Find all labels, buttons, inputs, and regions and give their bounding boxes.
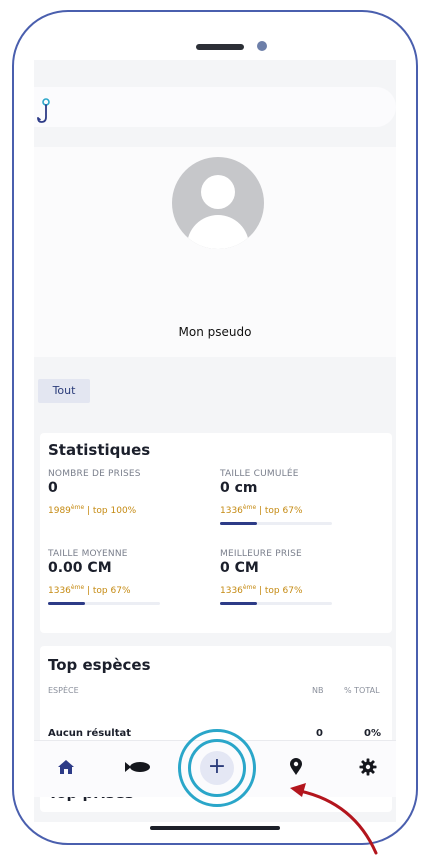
stat-progress-fill <box>48 602 85 605</box>
gear-icon <box>359 758 377 776</box>
username-label: Mon pseudo <box>178 325 252 339</box>
statistics-title: Statistiques <box>48 441 151 459</box>
profile-section: Mon pseudo <box>34 147 396 357</box>
map-pin-icon <box>290 758 302 775</box>
top-species-title: Top espèces <box>48 656 151 674</box>
stat-value: 0 CM <box>220 560 259 576</box>
filter-chip-tout[interactable]: Tout <box>38 379 90 403</box>
stat-label: TAILLE MOYENNE <box>48 549 128 559</box>
stat-nombre-prises: NOMBRE DE PRISES 0 1989ème | top 100% <box>48 469 208 516</box>
avatar[interactable] <box>172 157 264 249</box>
stat-progress-bar <box>220 602 332 605</box>
home-indicator <box>150 826 280 830</box>
species-column-header: ESPÈCE <box>48 686 79 695</box>
total-column-header: % TOTAL <box>344 686 380 695</box>
stat-value: 0 <box>48 480 58 496</box>
home-icon <box>58 760 74 774</box>
fish-icon <box>125 762 150 772</box>
stat-value: 0.00 CM <box>48 560 112 576</box>
stat-taille-moyenne: TAILLE MOYENNE 0.00 CM 1336ème | top 67% <box>48 549 208 605</box>
stat-rank: 1336ème | top 67% <box>220 504 303 516</box>
annotation-arrow-icon <box>290 783 378 855</box>
stat-value: 0 cm <box>220 480 258 496</box>
avatar-head-shape <box>201 175 235 209</box>
stat-rank: 1336ème | top 67% <box>220 584 303 596</box>
fishing-hook-icon[interactable] <box>36 98 52 124</box>
avatar-body-shape <box>187 215 249 249</box>
stat-taille-cumulee: TAILLE CUMULÉE 0 cm 1336ème | top 67% <box>220 469 380 525</box>
nb-column-header: NB <box>312 686 324 695</box>
stat-progress-bar <box>48 602 160 605</box>
nav-home-button[interactable] <box>52 753 80 781</box>
nav-fish-button[interactable] <box>124 753 152 781</box>
add-catch-button[interactable]: + <box>200 751 234 785</box>
stat-label: MEILLEURE PRISE <box>220 549 302 559</box>
camera-dot <box>257 41 267 51</box>
stat-progress-fill <box>220 522 257 525</box>
stat-label: TAILLE CUMULÉE <box>220 469 299 479</box>
stat-label: NOMBRE DE PRISES <box>48 469 141 479</box>
stat-rank: 1989ème | top 100% <box>48 504 137 516</box>
total-cell: 0% <box>364 728 381 739</box>
speaker-notch <box>196 44 244 50</box>
species-empty-cell: Aucun résultat <box>48 728 132 739</box>
stat-progress-fill <box>220 602 257 605</box>
top-bar <box>34 87 396 127</box>
stat-meilleure-prise: MEILLEURE PRISE 0 CM 1336ème | top 67% <box>220 549 380 605</box>
stat-progress-bar <box>220 522 332 525</box>
statistics-card: Statistiques NOMBRE DE PRISES 0 1989ème … <box>40 433 392 633</box>
nb-cell: 0 <box>316 728 323 739</box>
stat-rank: 1336ème | top 67% <box>48 584 131 596</box>
app-screen: Mon pseudo Tout Statistiques NOMBRE DE P… <box>34 60 396 822</box>
